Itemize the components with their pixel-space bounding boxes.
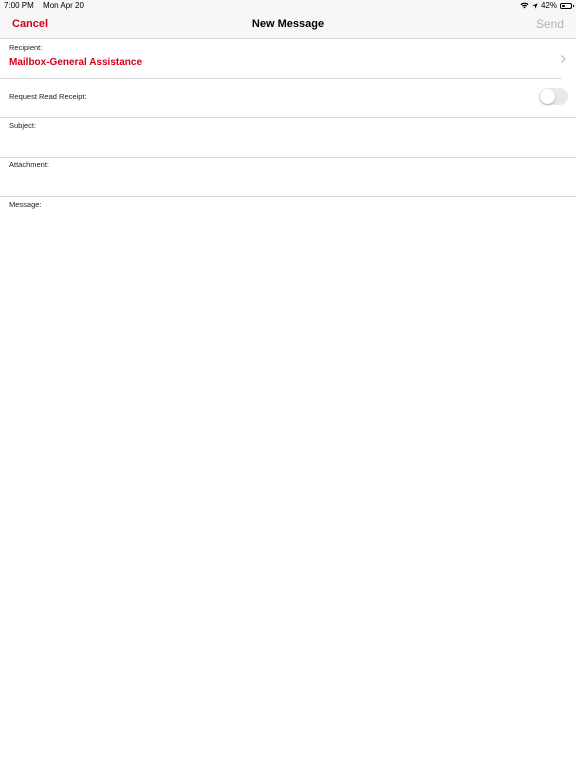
divider <box>0 196 576 197</box>
subject-input[interactable] <box>9 132 567 154</box>
message-input[interactable] <box>9 212 567 762</box>
message-label: Message: <box>9 200 42 209</box>
wifi-icon <box>520 2 529 9</box>
toggle-knob <box>540 89 555 104</box>
new-message-screen: 7:00 PM Mon Apr 20 42% Cancel New Messag… <box>0 0 576 768</box>
status-date: Mon Apr 20 <box>43 1 84 10</box>
read-receipt-toggle[interactable] <box>539 88 568 105</box>
location-arrow-icon <box>532 2 538 9</box>
status-left: 7:00 PM Mon Apr 20 <box>4 1 84 10</box>
recipient-value[interactable]: Mailbox-General Assistance <box>9 57 142 68</box>
chevron-right-icon[interactable] <box>559 54 567 64</box>
battery-fill <box>562 4 566 7</box>
send-button[interactable]: Send <box>536 17 564 31</box>
divider <box>0 78 562 79</box>
status-right: 42% <box>520 1 574 10</box>
status-bar: 7:00 PM Mon Apr 20 42% <box>0 0 576 12</box>
read-receipt-label: Request Read Receipt: <box>9 92 87 101</box>
battery-icon <box>560 2 574 9</box>
subject-label: Subject: <box>9 121 37 130</box>
navigation-bar: Cancel New Message Send <box>0 12 576 39</box>
status-time: 7:00 PM <box>4 1 34 10</box>
page-title: New Message <box>251 18 325 30</box>
recipient-label: Recipient: <box>9 43 43 52</box>
divider <box>0 117 576 118</box>
attachment-field[interactable] <box>0 158 576 196</box>
battery-percent: 42% <box>540 1 557 10</box>
